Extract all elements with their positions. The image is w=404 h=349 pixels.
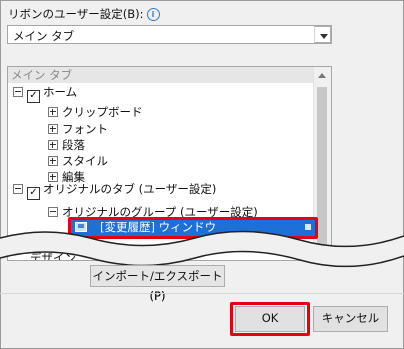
chevron-down-icon[interactable] [314,26,331,43]
checkbox-icon[interactable]: ✓ [27,187,40,200]
separator [0,293,404,294]
tree-item-custom-tab[interactable]: ✓ オリジナルのタブ (ユーザー設定) [13,181,217,200]
expand-icon[interactable] [48,140,58,150]
highlight-ok-button [230,302,310,336]
collapse-icon[interactable] [48,207,58,217]
tree-section-header: メイン タブ [8,67,331,83]
expand-icon[interactable] [48,124,58,134]
tree-item-paragraph[interactable]: 段落 [48,137,85,154]
scrollbar-thumb[interactable] [317,87,327,247]
tree-item-label: オリジナルのタブ (ユーザー設定) [43,182,217,196]
ribbon-tabs-select-value: メイン タブ [13,29,75,43]
tree-item-label: フォント [62,122,108,136]
import-export-visible[interactable]: インポート/エクスポート(P) [90,265,225,303]
info-icon[interactable]: i [146,8,160,21]
expand-icon[interactable] [48,156,58,166]
tree-item-label: スタイル [62,154,108,168]
tree-item-home[interactable]: ✓ ホーム [13,84,78,103]
checkbox-icon[interactable]: ✓ [27,90,40,103]
ribbon-customize-header: リボンのユーザー設定(B): i [8,6,160,22]
collapse-icon[interactable] [13,87,23,97]
tree-item-label: クリップボード [62,105,143,119]
tree-item-font[interactable]: フォント [48,121,108,138]
cancel-button[interactable]: キャンセル [313,306,388,332]
tree-item-clipboard[interactable]: クリップボード [48,104,143,121]
expand-icon[interactable] [48,107,58,117]
ribbon-tabs-select[interactable]: メイン タブ [7,25,332,44]
tree-item-style[interactable]: スタイル [48,153,108,170]
collapse-icon[interactable] [13,184,23,194]
ribbon-customize-label: リボンのユーザー設定(B): [8,7,144,21]
tree-item-label: 段落 [62,138,85,152]
tree-item-label: ホーム [43,85,78,99]
scroll-up-icon[interactable] [318,73,326,78]
